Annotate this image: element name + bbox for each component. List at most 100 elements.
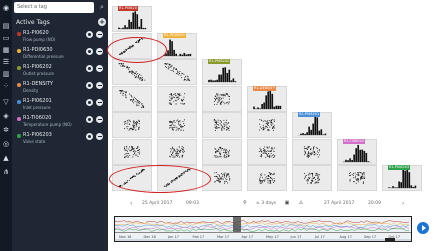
warning-icon[interactable]: ⚠ <box>298 200 304 206</box>
grid-icon[interactable]: ▦ <box>2 46 10 54</box>
tag-item[interactable]: R1-PI06203 Valve state <box>16 132 106 147</box>
scatter-cell[interactable] <box>157 85 197 112</box>
tag-color-dot <box>17 100 21 104</box>
eye-icon[interactable] <box>86 31 93 38</box>
diagonal-label: R1-TI06020 <box>343 138 365 144</box>
diagonal-label: R1-PDI0630 <box>163 32 186 38</box>
tag-description: Outlet pressure <box>23 71 54 76</box>
scatter-cell[interactable] <box>247 112 287 138</box>
search-icon[interactable]: ⌕ <box>98 3 106 11</box>
remove-icon[interactable] <box>96 133 103 140</box>
bell-icon[interactable]: ▲ <box>2 154 10 162</box>
filter-icon[interactable]: ▽ <box>2 98 10 106</box>
add-icon[interactable]: + <box>98 18 106 26</box>
eye-icon[interactable] <box>86 48 93 55</box>
active-tags-header: Active Tags <box>16 19 50 26</box>
tag-color-dot <box>17 32 21 36</box>
tag-id: R1-PI0620 <box>23 30 49 36</box>
eye-icon[interactable] <box>86 133 93 140</box>
diagonal-label: R1-DENSITY <box>253 85 276 91</box>
tag-search-input[interactable]: Select a tag <box>14 2 94 13</box>
remove-icon[interactable] <box>96 99 103 106</box>
tag-color-dot <box>17 117 21 121</box>
scatter-cell[interactable] <box>157 138 197 165</box>
share-icon[interactable]: ⋔ <box>2 168 10 176</box>
icon-rail: ◉ ▤ ▭ ▦ ☰ ▥ ⁘ ▽ ◈ ✲ ◎ ▲ ⋔ <box>0 0 12 251</box>
scatter-cell[interactable] <box>112 112 152 138</box>
tag-item[interactable]: R1-PDI0630 Differential pressure <box>16 47 106 62</box>
settings-icon[interactable]: ✲ <box>2 126 10 134</box>
layers-icon[interactable]: ◈ <box>2 112 10 120</box>
tag-description: Density <box>23 88 39 93</box>
tag-id: R1-PI06201 <box>23 98 52 104</box>
timeline-month-label: Feb 17 <box>193 235 205 239</box>
scatter-cell[interactable] <box>157 112 197 138</box>
timeline-month-label: Dec 16 <box>144 235 156 239</box>
remove-icon[interactable] <box>96 31 103 38</box>
start-date[interactable]: 25 April 2017 <box>142 201 172 206</box>
scatter-cell[interactable] <box>247 165 287 191</box>
lock-icon[interactable]: ▣ <box>284 200 290 206</box>
table-icon[interactable]: ☰ <box>2 58 10 66</box>
timeline-month-label: May 17 <box>266 235 279 239</box>
timeline-month-label: Nov 16 <box>119 235 131 239</box>
tag-item[interactable]: R1-PI0620 Flow pump (NO) <box>16 30 106 45</box>
chart-icon[interactable]: ▥ <box>2 70 10 78</box>
tag-id: R1-TI06020 <box>23 115 52 121</box>
scatter-cell[interactable] <box>337 165 377 191</box>
scatter-cell[interactable] <box>247 138 287 165</box>
remove-icon[interactable] <box>96 65 103 72</box>
start-time[interactable]: 09:03 <box>186 201 199 206</box>
diagonal-label: R1-PI06203 <box>388 165 411 170</box>
logo-icon[interactable]: ◉ <box>2 4 10 12</box>
timeline-overview[interactable]: Nov 16 Dec 16 Jan 17 Feb 17 Mar 17 Apr 17 May … <box>114 216 412 242</box>
target-icon[interactable]: ◎ <box>2 140 10 148</box>
scatter-cell[interactable] <box>112 59 152 85</box>
tag-id: R1-PI06202 <box>23 64 52 70</box>
tag-item[interactable]: R1-TI06020 Temperature pump (NO) <box>16 115 106 130</box>
tag-description: Inlet pressure <box>23 105 51 110</box>
scatter-cell[interactable] <box>202 85 242 112</box>
eye-icon[interactable] <box>86 65 93 72</box>
timeline-month-label: Aug 17 <box>340 235 352 239</box>
eye-icon[interactable] <box>86 99 93 106</box>
scatter-cell[interactable] <box>112 85 152 112</box>
scatter-cell[interactable] <box>292 165 332 191</box>
timeline-month-label: Jul 17 <box>314 235 325 239</box>
pin-icon[interactable]: ⚲ <box>242 200 248 206</box>
tag-color-dot <box>17 66 21 70</box>
tag-item[interactable]: R1-PI06201 Inlet pressure <box>16 98 106 113</box>
tag-id: R1-PDI0630 <box>23 47 53 53</box>
tag-description: Flow pump (NO) <box>23 37 56 42</box>
timeline-month-label: Mar 17 <box>217 235 229 239</box>
eye-icon[interactable] <box>86 82 93 89</box>
tag-item[interactable]: R1-DENSITY Density <box>16 81 106 96</box>
scatter-cell[interactable] <box>202 138 242 165</box>
timeline-month-label: Jan 17 <box>167 235 179 239</box>
scatter-icon[interactable]: ⁘ <box>2 82 10 90</box>
time-range-bar: ‹ 25 April 2017 09:03 ⚲ ± 3 days ▣ ⚠ 27 … <box>112 198 416 210</box>
highlight-circle-top <box>107 37 167 63</box>
scatter-cell[interactable] <box>202 112 242 138</box>
folder-icon[interactable]: ▭ <box>2 34 10 42</box>
end-date[interactable]: 27 April 2017 <box>324 201 354 206</box>
tag-description: Valve state <box>23 139 46 144</box>
play-icon[interactable] <box>417 222 429 234</box>
remove-icon[interactable] <box>96 82 103 89</box>
scatter-cell[interactable] <box>292 138 332 165</box>
remove-icon[interactable] <box>96 116 103 123</box>
scatter-cell[interactable] <box>157 59 197 85</box>
eye-icon[interactable] <box>86 116 93 123</box>
end-time[interactable]: 20:09 <box>368 201 381 206</box>
tag-id: R1-PI06203 <box>23 132 52 138</box>
next-icon[interactable]: › <box>402 200 404 207</box>
remove-icon[interactable] <box>96 48 103 55</box>
scatter-cell[interactable] <box>112 138 152 165</box>
tags-icon[interactable]: ▤ <box>2 22 10 30</box>
range-selector[interactable]: ± 3 days <box>256 201 276 206</box>
tag-item[interactable]: R1-PI06202 Outlet pressure <box>16 64 106 79</box>
highlight-circle-bottom <box>109 165 211 193</box>
previous-icon[interactable]: ‹ <box>130 200 132 207</box>
timeline-month-label: Sep 17 <box>364 235 376 239</box>
tag-color-dot <box>17 49 21 53</box>
